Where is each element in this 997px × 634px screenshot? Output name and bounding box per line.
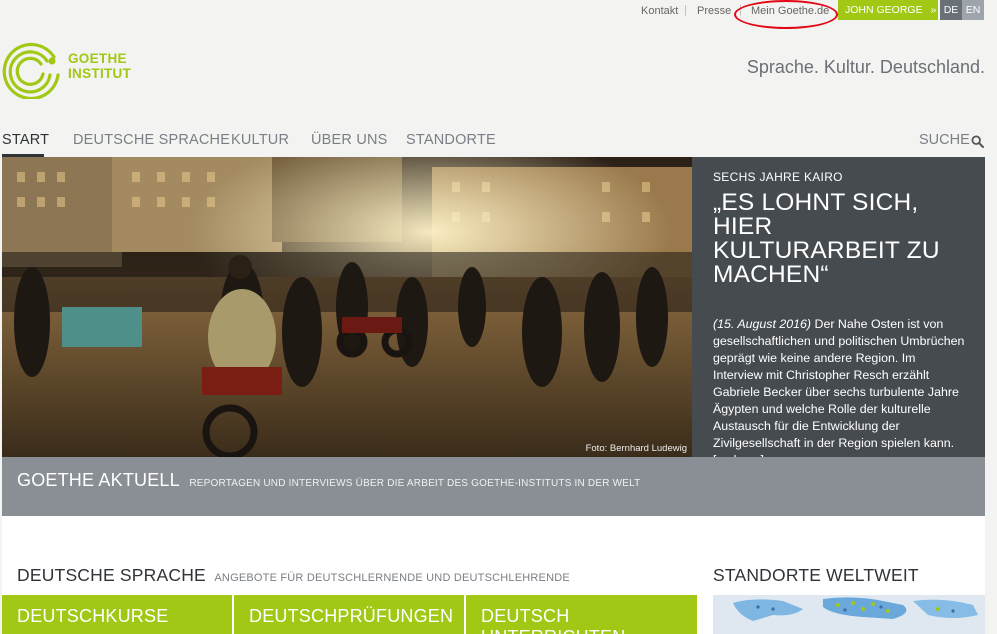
hero-image[interactable]: Foto: Bernhard Ludewig [2, 157, 692, 457]
annotation-circle [734, 0, 838, 29]
logo-wordmark: GOETHE INSTITUT [68, 51, 131, 81]
nav-item-ueber-uns[interactable]: ÜBER UNS [311, 132, 388, 148]
teaser-date: (15. August 2016) [713, 317, 812, 331]
deutschpruefungen-tile[interactable]: DEUTSCHPRÜFUNGEN [234, 595, 464, 634]
deutschkurse-tile[interactable]: DEUTSCHKURSE [2, 595, 232, 634]
logo-line-1: GOETHE [68, 51, 127, 66]
aktuell-title: GOETHE AKTUELL [17, 470, 180, 490]
chevron-down-icon: » [930, 4, 937, 16]
nav-item-standorte[interactable]: STANDORTE [406, 132, 496, 148]
separator: | [684, 4, 687, 16]
kontakt-link[interactable]: Kontakt [641, 5, 678, 17]
presse-link[interactable]: Presse [697, 5, 731, 17]
teaser-text: Der Nahe Osten ist von gesellschaftliche… [713, 317, 965, 450]
nav-item-deutsche-sprache[interactable]: DEUTSCHE SPRACHE [73, 132, 230, 148]
teaser-title[interactable]: „ES LOHNT SICH, HIER KULTURARBEIT ZU MAC… [713, 190, 965, 287]
nav-item-kultur[interactable]: KULTUR [231, 132, 289, 148]
main-nav: START DEUTSCHE SPRACHE KULTUR ÜBER UNS S… [0, 132, 997, 152]
language-de-button[interactable]: DE [940, 0, 962, 20]
hero-teaser[interactable]: SECHS JAHRE KAIRO „ES LOHNT SICH, HIER K… [692, 157, 985, 467]
deutsche-sprache-subtitle: ANGEBOTE FÜR DEUTSCHLERNENDE UND DEUTSCH… [214, 572, 570, 584]
logo-line-2: INSTITUT [68, 66, 132, 81]
world-map[interactable] [713, 595, 985, 634]
user-menu-button[interactable]: JOHN GEORGE » [838, 0, 938, 20]
tagline: Sprache. Kultur. Deutschland. [746, 57, 985, 77]
search-icon[interactable] [971, 135, 984, 148]
photo-credit: Foto: Bernhard Ludewig [585, 443, 687, 454]
standorte-weltweit-title: STANDORTE WELTWEIT [713, 565, 919, 585]
deutsche-sprache-title: DEUTSCHE SPRACHE [17, 565, 206, 585]
teaser-body: (15. August 2016) Der Nahe Osten ist von… [713, 316, 965, 469]
deutsch-unterrichten-tile[interactable]: DEUTSCH UNTERRICHTEN [466, 595, 697, 634]
content-section: DEUTSCHE SPRACHE ANGEBOTE FÜR DEUTSCHLER… [2, 516, 985, 634]
goethe-aktuell-bar[interactable]: GOETHE AKTUELL REPORTAGEN UND INTERVIEWS… [2, 457, 985, 516]
goethe-spiral-logo-icon [2, 42, 60, 101]
nav-item-start[interactable]: START [2, 132, 49, 148]
cairo-night-crowd-photo [2, 157, 692, 457]
user-name: JOHN GEORGE [845, 4, 923, 16]
search-link[interactable]: SUCHE [919, 132, 970, 148]
utility-bar: Kontakt | Presse | Mein Goethe.de JOHN G… [0, 0, 997, 29]
world-map-icon [713, 595, 985, 634]
goethe-institut-logo[interactable]: GOETHE INSTITUT [2, 39, 132, 101]
deutsche-sprache-heading: DEUTSCHE SPRACHE ANGEBOTE FÜR DEUTSCHLER… [17, 565, 570, 586]
language-en-button[interactable]: EN [962, 0, 984, 20]
teaser-kicker: SECHS JAHRE KAIRO [713, 170, 843, 184]
aktuell-subtitle: REPORTAGEN UND INTERVIEWS ÜBER DIE ARBEI… [189, 478, 641, 489]
